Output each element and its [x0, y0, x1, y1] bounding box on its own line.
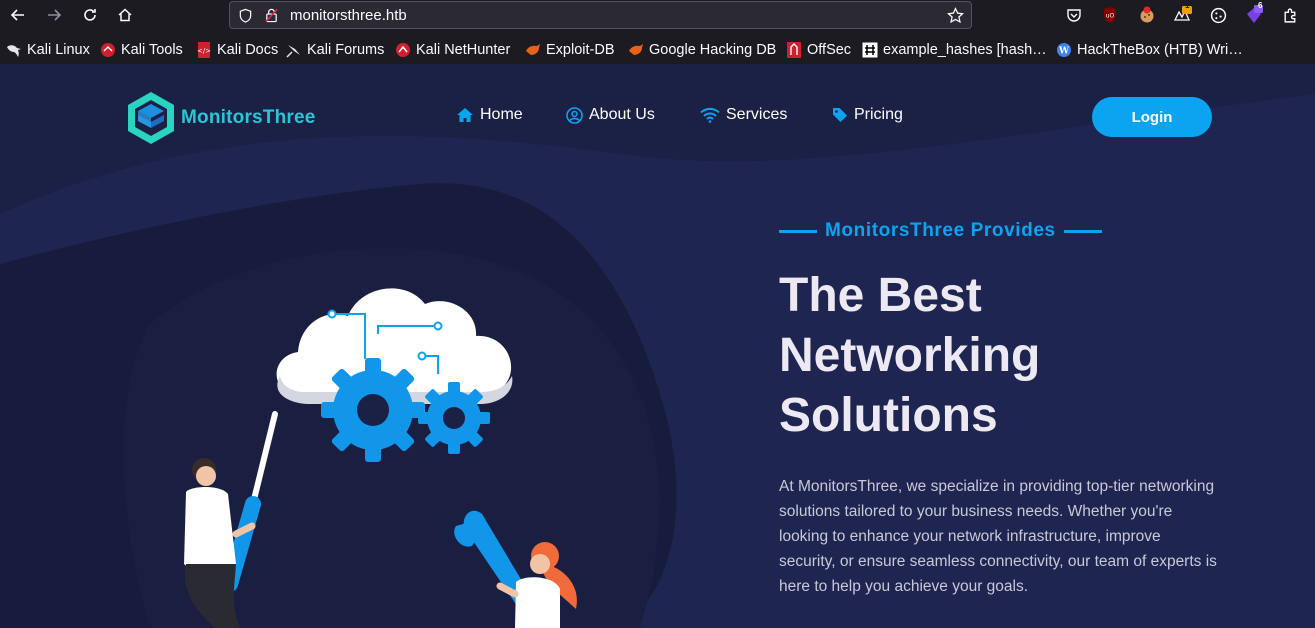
person-with-wrench — [454, 510, 578, 628]
hero-eyebrow: MonitorsThree Provides — [779, 220, 1102, 242]
wifi-icon — [700, 107, 720, 123]
eyebrow-text: MonitorsThree Provides — [825, 220, 1056, 241]
reload-button[interactable] — [78, 3, 102, 27]
wappalyzer-icon — [1173, 6, 1192, 21]
hero-description: At MonitorsThree, we specialize in provi… — [779, 478, 1217, 595]
kali-nethunter-icon — [395, 42, 411, 58]
brand-name: MonitorsThree — [181, 107, 316, 128]
bookmark-kali-forums[interactable]: Kali Forums — [286, 40, 384, 60]
hashcat-icon — [862, 42, 878, 58]
bookmark-kali-docs[interactable]: </> Kali Docs — [196, 40, 278, 60]
ublock-origin-icon: uO — [1104, 7, 1116, 23]
nav-pricing-label: Pricing — [854, 106, 903, 123]
bookmarks-toolbar: Kali Linux Kali Tools </> Kali Docs Kali… — [0, 36, 1315, 64]
svg-text:uO: uO — [1106, 13, 1115, 20]
eyebrow-line-right — [1063, 229, 1102, 233]
cookie-editor-button[interactable] — [1207, 4, 1229, 26]
extensions-menu-button[interactable] — [1279, 4, 1301, 26]
cookie-extension-button[interactable] — [1136, 4, 1158, 26]
kali-tools-icon — [100, 42, 116, 58]
reload-icon — [84, 9, 96, 21]
bookmark-hackthebox-writeups[interactable]: W HackTheBox (HTB) Wri… — [1056, 40, 1243, 60]
home-button[interactable] — [113, 3, 137, 27]
bookmark-exploit-db[interactable]: Exploit-DB — [525, 40, 615, 60]
price-tag-icon — [833, 108, 847, 122]
notes-badge: 1 — [1185, 1, 1190, 10]
nav-about-label: About Us — [589, 106, 655, 123]
back-arrow-icon — [10, 9, 24, 21]
bookmark-kali-linux[interactable]: Kali Linux — [6, 40, 90, 60]
user-circle-icon — [566, 106, 583, 124]
forward-arrow-icon — [48, 9, 62, 21]
wordpress-icon: W — [1056, 42, 1072, 58]
monitorsthree-homepage: MonitorsThree Home About Us Services Pri… — [0, 64, 1315, 628]
nav-home-label: Home — [480, 106, 523, 123]
bookmark-example-hashes[interactable]: example_hashes [hash… — [862, 40, 1047, 60]
bookmark-offsec[interactable]: OffSec — [786, 40, 851, 60]
extension-badge: 6 — [1258, 1, 1263, 10]
insecure-lock-icon[interactable] — [264, 7, 279, 23]
kali-dragon-icon — [6, 42, 22, 58]
home-icon — [457, 108, 473, 122]
bookmark-google-hacking-db[interactable]: Google Hacking DB — [628, 40, 776, 60]
cookie-icon — [1210, 7, 1226, 23]
nav-services-label: Services — [726, 106, 788, 123]
hero-headline: The Best Networking Solutions — [779, 266, 1199, 446]
bookmark-star-icon[interactable] — [947, 7, 964, 24]
kali-docs-icon: </> — [196, 42, 212, 58]
bookmark-kali-tools[interactable]: Kali Tools — [100, 40, 183, 60]
small-gear-icon — [418, 382, 490, 454]
cookie-monster-icon — [1140, 6, 1154, 23]
url-text[interactable]: monitorsthree.htb — [290, 7, 407, 24]
cube-logo-icon — [128, 92, 174, 144]
shield-icon[interactable] — [238, 8, 253, 23]
puzzle-icon — [1283, 8, 1295, 23]
headline-line-3: Solutions — [779, 389, 998, 442]
home-icon — [118, 8, 132, 22]
browser-toolbar: monitorsthree.htb uO 1 6 — [0, 0, 1315, 30]
browser-chrome: monitorsthree.htb uO 1 6 Kali Linux Kali… — [0, 0, 1315, 64]
address-bar[interactable]: monitorsthree.htb — [229, 1, 972, 29]
headline-line-2: Networking — [779, 329, 1041, 382]
headline-line-1: The Best — [779, 269, 982, 322]
brand-logo[interactable]: MonitorsThree — [125, 90, 316, 146]
exploit-db-icon — [525, 42, 541, 58]
nav-services[interactable]: Services — [700, 106, 787, 124]
bookmark-kali-nethunter[interactable]: Kali NetHunter — [395, 40, 510, 60]
notes-extension-button[interactable]: 1 — [1172, 1, 1194, 26]
nav-about-us[interactable]: About Us — [566, 106, 655, 124]
svg-text:</>: </> — [197, 47, 211, 55]
nav-home[interactable]: Home — [456, 106, 523, 124]
offsec-icon — [786, 42, 802, 58]
forward-button[interactable] — [42, 3, 66, 27]
ublock-button[interactable]: uO — [1099, 4, 1121, 26]
nav-pricing[interactable]: Pricing — [832, 106, 903, 124]
large-gear-icon — [321, 358, 425, 462]
svg-text:W: W — [1058, 47, 1070, 57]
networking-illustration — [184, 288, 578, 628]
extension-purple-button[interactable]: 6 — [1243, 1, 1265, 26]
login-button[interactable]: Login — [1092, 97, 1212, 137]
ghdb-icon — [628, 42, 644, 58]
kali-forums-icon — [286, 42, 302, 58]
person-with-screwdriver — [184, 411, 278, 628]
pocket-button[interactable] — [1063, 4, 1085, 26]
pocket-icon — [1067, 9, 1081, 22]
back-button[interactable] — [6, 3, 30, 27]
eyebrow-line-left — [779, 229, 817, 233]
